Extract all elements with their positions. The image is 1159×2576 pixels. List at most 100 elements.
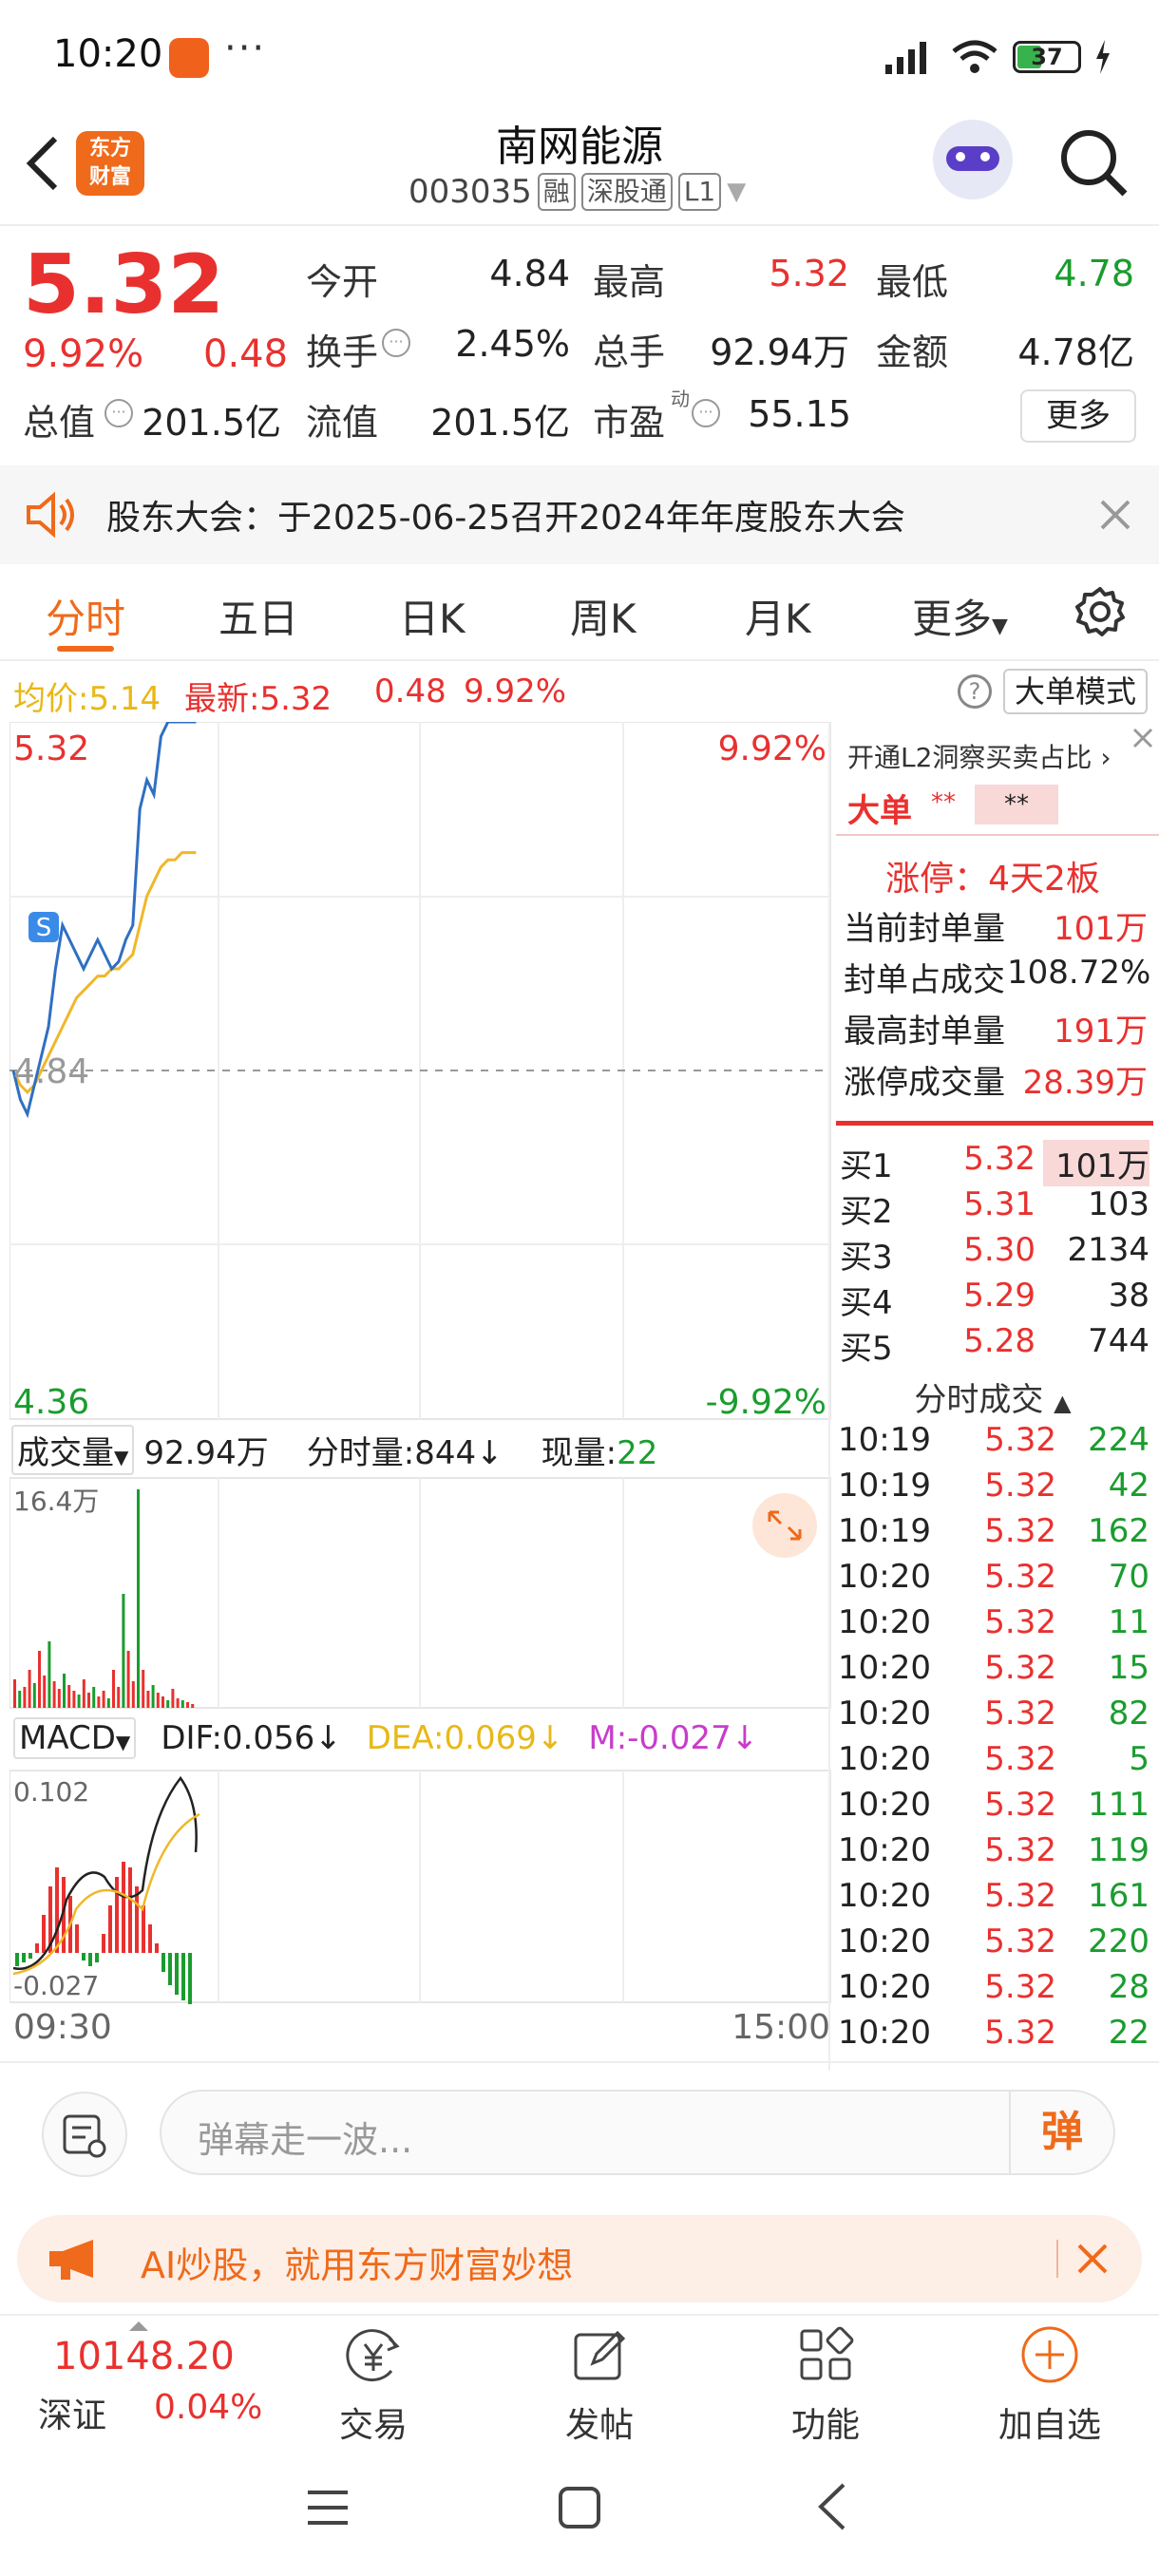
nav-add-watchlist[interactable]: 加自选 xyxy=(978,2397,1121,2447)
mktcap-label: 总值 xyxy=(23,402,96,444)
stat-label: 涨停成交量 xyxy=(844,1064,1005,1102)
edit-icon[interactable] xyxy=(570,2325,629,2384)
volume-bar xyxy=(102,1691,105,1708)
stat-label: 当前封单量 xyxy=(844,910,1005,948)
volume-bar xyxy=(23,1687,27,1708)
trade-row: 10:20 5.32 220 xyxy=(836,1923,1150,1968)
volume-bar xyxy=(180,1700,184,1708)
macd-bar xyxy=(75,1924,79,1953)
tab-monthly-k[interactable]: 月K xyxy=(745,587,811,645)
order-book-row[interactable]: 买3 5.30 2134 xyxy=(836,1231,1150,1277)
amount-value: 4.78亿 xyxy=(1017,331,1134,373)
tab-five-day[interactable]: 五日 xyxy=(218,587,298,645)
intraday-chart[interactable]: S 5.32 9.92% 4.84 4.36 -9.92% 16.4万 0.10… xyxy=(10,722,834,2040)
danmaku-input[interactable]: 弹幕走一波... 弹 xyxy=(160,2090,1115,2175)
close-icon[interactable] xyxy=(1075,2242,1110,2276)
volume-max: 16.4万 xyxy=(13,1486,99,1517)
tab-more[interactable]: 更多▼ xyxy=(912,587,1008,645)
trade-volume: 161 xyxy=(1088,1877,1150,1915)
grid-icon[interactable] xyxy=(796,2325,855,2384)
tick-volume: 分时量:844↓ xyxy=(307,1427,504,1473)
nav-trade[interactable]: 交易 xyxy=(302,2397,445,2447)
settings-gear-icon[interactable] xyxy=(1074,585,1127,638)
menu-icon[interactable] xyxy=(304,2487,352,2529)
now-value: 22 xyxy=(617,1434,658,1472)
danmaku-settings-button[interactable] xyxy=(42,2092,127,2177)
plus-circle-icon[interactable] xyxy=(1018,2323,1081,2386)
stat-value: 28.39万 xyxy=(1022,1064,1148,1102)
tab-daily-k[interactable]: 日K xyxy=(399,587,466,645)
trade-row: 10:20 5.32 22 xyxy=(836,2014,1150,2059)
order-book-row[interactable]: 买5 5.28 744 xyxy=(836,1322,1150,1368)
volume-label[interactable]: 成交量▼ xyxy=(11,1425,135,1475)
info-icon[interactable]: ··· xyxy=(104,399,133,427)
tab-intraday[interactable]: 分时 xyxy=(46,587,125,645)
nav-functions[interactable]: 功能 xyxy=(754,2397,897,2447)
volume-bar xyxy=(77,1695,81,1708)
change-pct: 9.92% xyxy=(23,332,144,376)
current-price: 5.32 xyxy=(23,237,225,332)
trade-volume: 220 xyxy=(1088,1923,1150,1960)
help-icon[interactable]: ? xyxy=(958,674,992,709)
order-price: 5.28 xyxy=(963,1322,1036,1360)
dropdown-icon: ▼ xyxy=(114,1446,129,1468)
yen-icon[interactable] xyxy=(342,2325,405,2388)
more-button[interactable]: 更多 xyxy=(1020,389,1136,443)
danmaku-send-button[interactable]: 弹 xyxy=(1009,2092,1113,2173)
trade-price: 5.32 xyxy=(984,1421,1056,1459)
nav-post[interactable]: 发帖 xyxy=(528,2397,671,2447)
trades-title[interactable]: 分时成交 ▲ xyxy=(836,1373,1150,1420)
order-book-row[interactable]: 买4 5.29 38 xyxy=(836,1277,1150,1322)
trade-time: 10:20 xyxy=(838,1877,931,1915)
volume-bar xyxy=(52,1681,56,1708)
expand-button[interactable] xyxy=(752,1493,817,1558)
big-order-mode-button[interactable]: 大单模式 xyxy=(1003,669,1148,714)
trade-time: 10:20 xyxy=(838,1740,931,1778)
open-label: 今开 xyxy=(306,261,379,303)
battery-level: 37 xyxy=(1031,44,1063,70)
divider xyxy=(1056,2240,1058,2278)
trade-time: 10:20 xyxy=(838,1558,931,1596)
info-icon[interactable]: ··· xyxy=(692,399,720,427)
close-icon[interactable] xyxy=(1098,498,1132,532)
tab-weekly-k[interactable]: 周K xyxy=(570,587,636,645)
stat-label: 封单占成交 xyxy=(844,961,1005,999)
robot-avatar[interactable] xyxy=(933,120,1013,199)
info-icon[interactable]: ··· xyxy=(382,329,410,357)
trade-time: 10:19 xyxy=(838,1421,931,1459)
trade-row: 10:20 5.32 70 xyxy=(836,1558,1150,1603)
volume-bar xyxy=(176,1698,180,1708)
trade-volume: 42 xyxy=(1108,1467,1150,1505)
order-book-row[interactable]: 买1 5.32 101万 xyxy=(836,1140,1150,1186)
avg-label: 均价: xyxy=(13,680,89,718)
volume-total: 92.94万 xyxy=(143,1434,269,1472)
big-order-mask-2: ** xyxy=(975,785,1058,824)
order-volume: 38 xyxy=(1108,1277,1150,1315)
open-value: 4.84 xyxy=(489,253,570,294)
stat-label: 最高封单量 xyxy=(844,1013,1005,1051)
trade-row: 10:20 5.32 161 xyxy=(836,1877,1150,1923)
volume-bar xyxy=(171,1689,175,1708)
axis-mid: 4.84 xyxy=(13,1052,89,1091)
l2-link[interactable]: 开通L2洞察买卖占比 › xyxy=(847,737,1112,775)
macd-bar xyxy=(42,1915,46,1953)
divider xyxy=(0,2061,1159,2063)
trade-price: 5.32 xyxy=(984,1923,1056,1960)
home-icon[interactable] xyxy=(557,2485,602,2530)
order-volume: 2134 xyxy=(1067,1231,1150,1269)
macd-selector[interactable]: MACD▼ xyxy=(13,1717,137,1759)
ai-promo-banner[interactable]: AI炒股，就用东方财富妙想 xyxy=(17,2215,1142,2302)
avg-price: 均价:5.14 xyxy=(13,672,161,719)
order-book-row[interactable]: 买2 5.31 103 xyxy=(836,1185,1150,1231)
macd-bar xyxy=(175,1953,179,1995)
stock-code-row[interactable]: 003035 融 深股通 L1 ▼ xyxy=(408,173,746,211)
index-value[interactable]: 10148.20 xyxy=(53,2335,235,2378)
trade-price: 5.32 xyxy=(984,1512,1056,1550)
stock-code: 003035 xyxy=(408,173,532,211)
close-panel-icon[interactable] xyxy=(1130,726,1155,750)
now-volume: 现量:22 xyxy=(542,1427,658,1473)
search-icon[interactable] xyxy=(1056,125,1130,199)
index-name[interactable]: 深证 xyxy=(38,2388,106,2437)
macd-min: -0.027 xyxy=(13,1970,99,2001)
back-nav-icon[interactable] xyxy=(813,2481,851,2532)
